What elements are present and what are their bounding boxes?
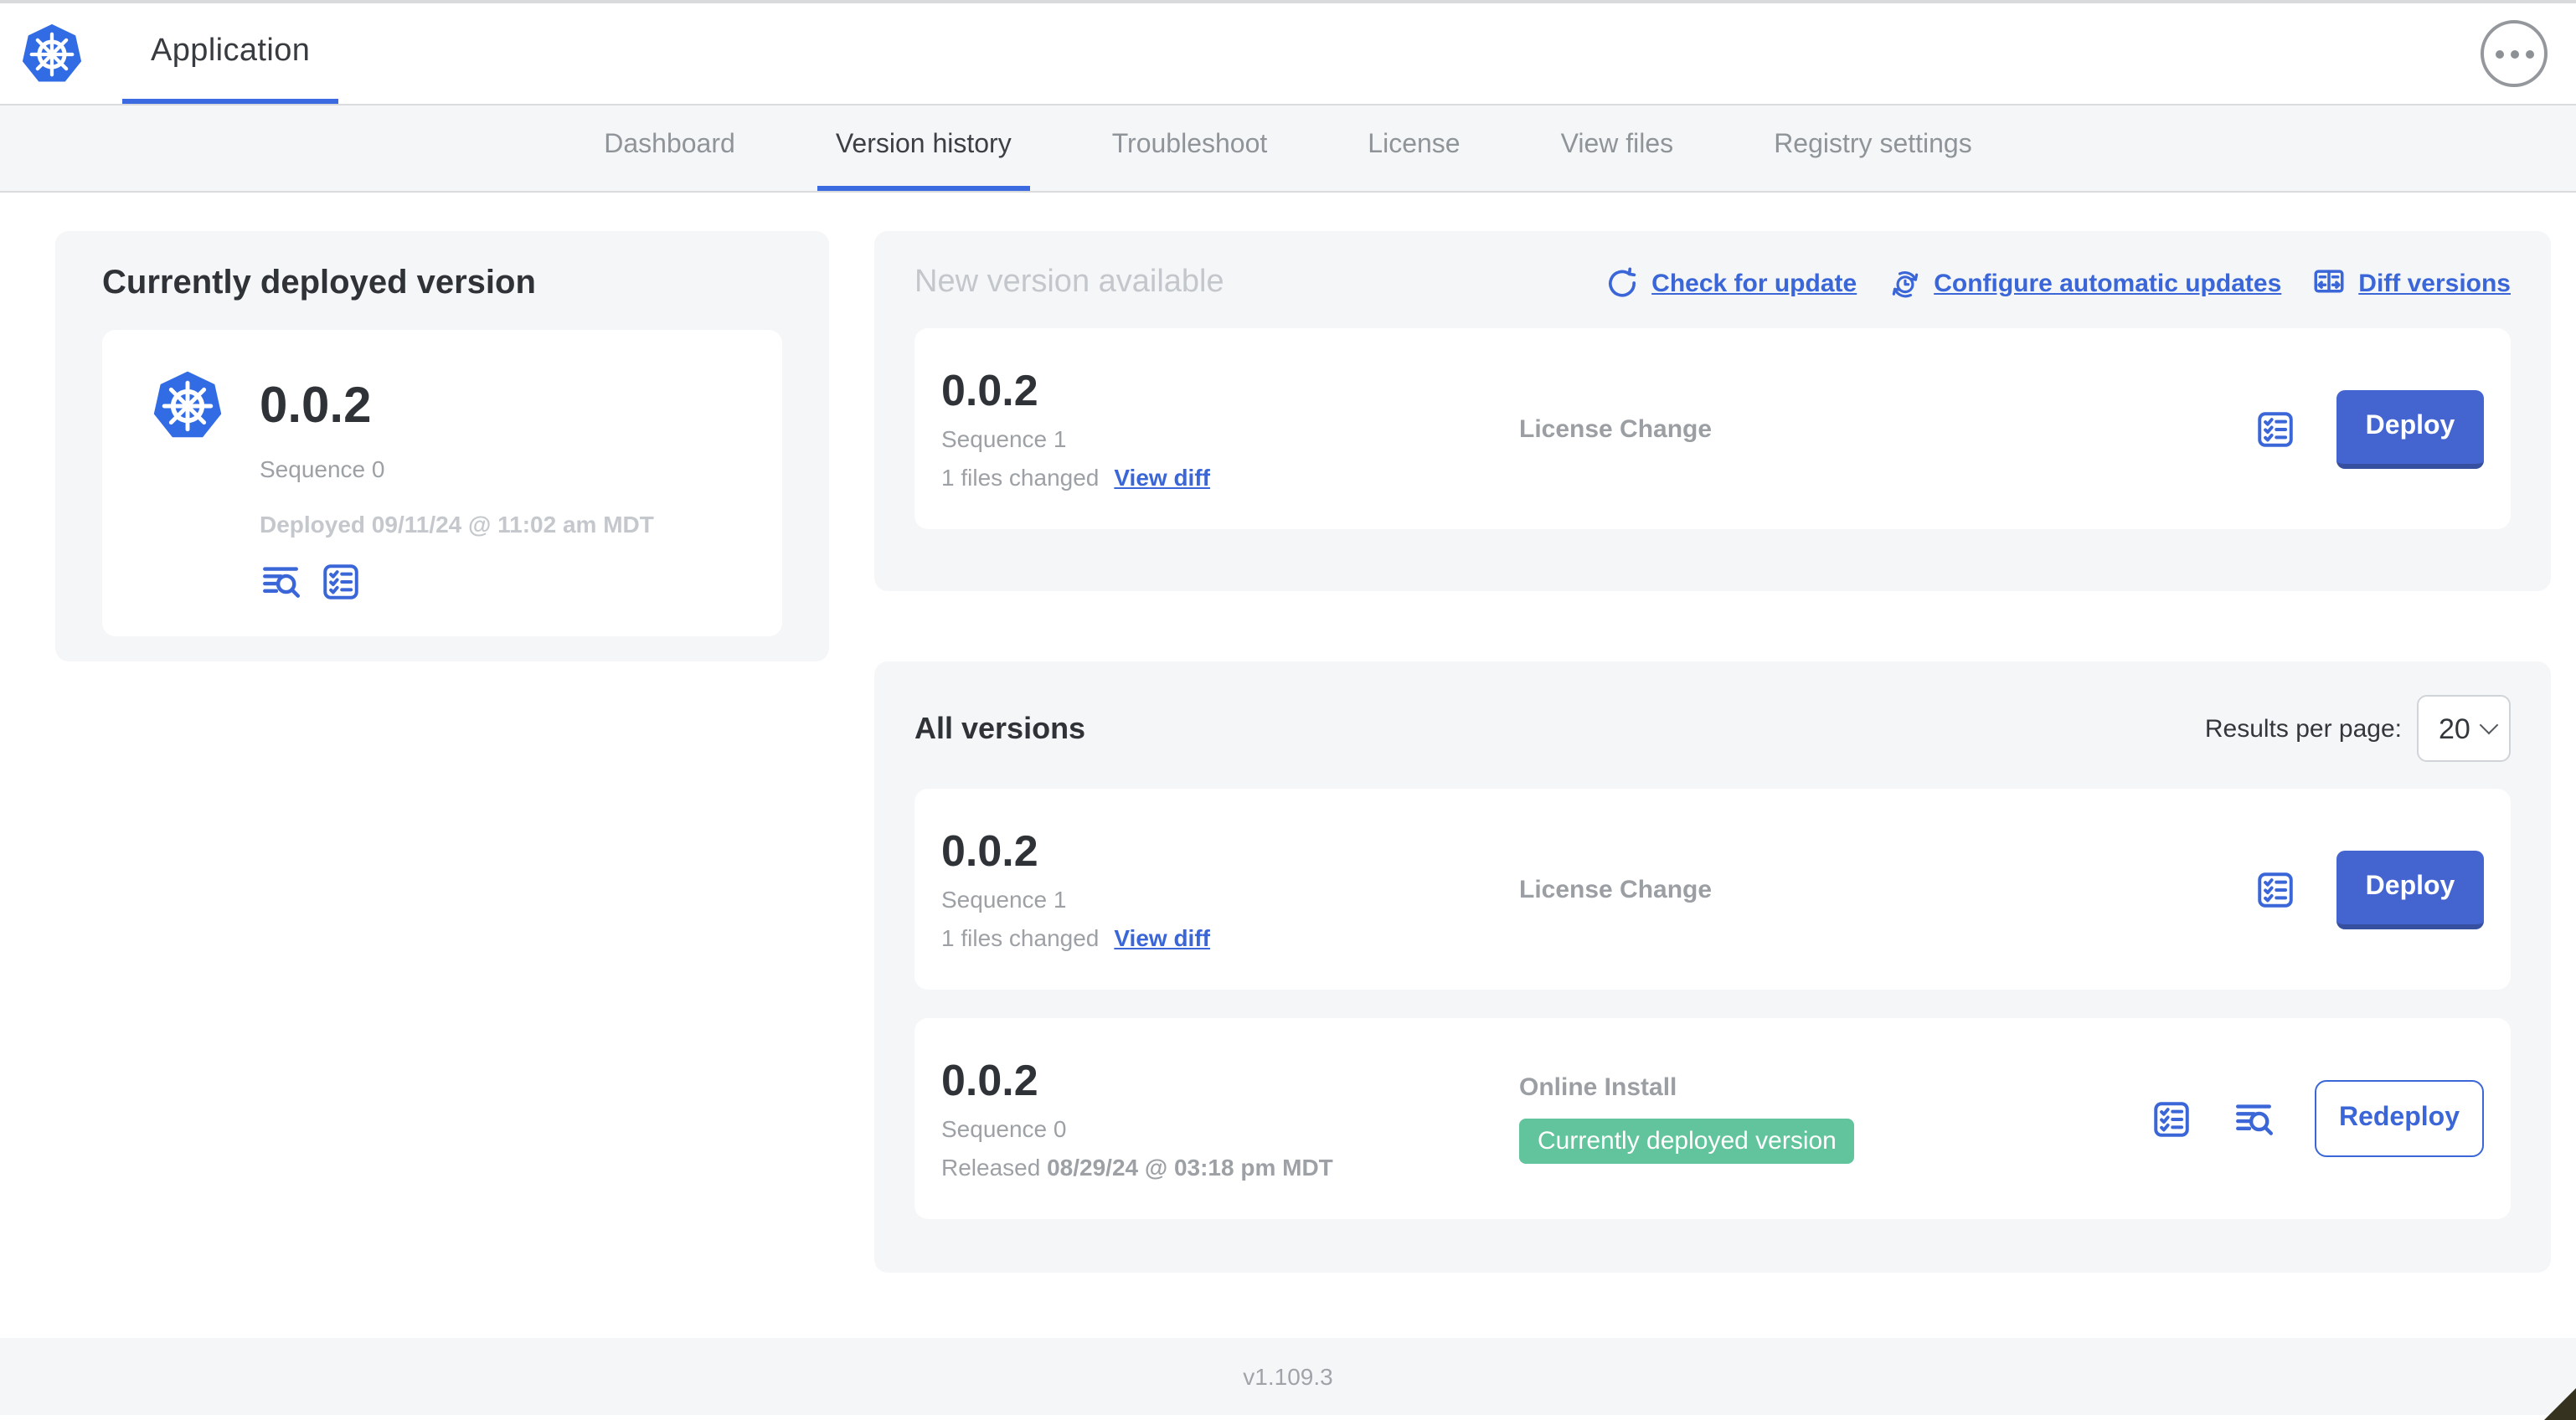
configure-automatic-updates-label: Configure automatic updates bbox=[1934, 269, 2282, 297]
all-versions-title: All versions bbox=[914, 711, 1086, 744]
deployed-version-number: 0.0.2 bbox=[260, 378, 372, 433]
new-version-panel: New version available Check for update C… bbox=[874, 231, 2551, 591]
configure-automatic-updates-link[interactable]: Configure automatic updates bbox=[1887, 265, 2281, 301]
preflight-checks-icon[interactable] bbox=[2254, 868, 2296, 910]
released-value: 08/29/24 @ 03:18 pm MDT bbox=[1047, 1153, 1333, 1181]
version-row: 0.0.2 Sequence 1 1 files changed View di… bbox=[914, 789, 2511, 990]
tab-label: Dashboard bbox=[604, 131, 735, 159]
app-title: Application bbox=[151, 33, 311, 68]
view-diff-link[interactable]: View diff bbox=[1114, 464, 1210, 491]
kubernetes-app-icon bbox=[149, 367, 226, 445]
redeploy-button[interactable]: Redeploy bbox=[2315, 1080, 2484, 1157]
refresh-icon bbox=[1609, 266, 1636, 296]
tab-view-files[interactable]: View files bbox=[1543, 105, 1692, 191]
tab-license[interactable]: License bbox=[1349, 105, 1478, 191]
tab-label: View files bbox=[1560, 131, 1674, 159]
version-number: 0.0.2 bbox=[941, 365, 1038, 416]
version-source: License Change bbox=[1519, 875, 1713, 903]
mouse-cursor-tip bbox=[2544, 1383, 2576, 1420]
preflight-checks-icon[interactable] bbox=[2254, 408, 2296, 450]
main-content: Currently deployed version 0.0.2 Sequenc… bbox=[0, 193, 2576, 1338]
deployed-timestamp: Deployed 09/11/24 @ 11:02 am MDT bbox=[260, 511, 654, 538]
tab-label: Version history bbox=[835, 131, 1012, 159]
new-version-title: New version available bbox=[914, 265, 1224, 300]
app-title-tab[interactable]: Application bbox=[122, 3, 339, 104]
diff-versions-link[interactable]: Diff versions bbox=[2311, 265, 2511, 301]
console-version: v1.109.3 bbox=[1243, 1363, 1333, 1390]
diff-versions-label: Diff versions bbox=[2358, 269, 2511, 297]
check-for-update-link[interactable]: Check for update bbox=[1605, 265, 1857, 301]
tab-label: License bbox=[1368, 131, 1461, 159]
admin-console-page: Application Dashboard Version history Tr… bbox=[0, 0, 2576, 1420]
clock-refresh-icon bbox=[1891, 270, 1918, 297]
currently-deployed-badge: Currently deployed version bbox=[1519, 1119, 1855, 1164]
version-source: Online Install bbox=[1519, 1073, 1677, 1102]
files-changed: 1 files changed bbox=[941, 924, 1100, 951]
deploy-button[interactable]: Deploy bbox=[2336, 850, 2484, 929]
view-diff-link[interactable]: View diff bbox=[1114, 924, 1210, 951]
ellipsis-icon bbox=[2510, 49, 2518, 58]
results-per-page-select[interactable]: 20 bbox=[2417, 695, 2511, 762]
overflow-menu-button[interactable] bbox=[2481, 20, 2548, 87]
diff-icon bbox=[2314, 269, 2344, 292]
currently-deployed-panel: Currently deployed version 0.0.2 Sequenc… bbox=[55, 231, 829, 661]
section-nav: Dashboard Version history Troubleshoot L… bbox=[0, 104, 2576, 193]
files-changed: 1 files changed bbox=[941, 463, 1100, 491]
app-header: Application bbox=[0, 3, 2576, 104]
version-number: 0.0.2 bbox=[941, 1055, 1038, 1106]
tab-registry-settings[interactable]: Registry settings bbox=[1755, 105, 1991, 191]
view-logs-icon[interactable] bbox=[2233, 1098, 2275, 1140]
currently-deployed-title: Currently deployed version bbox=[102, 265, 536, 301]
tab-troubleshoot[interactable]: Troubleshoot bbox=[1094, 105, 1286, 191]
version-number: 0.0.2 bbox=[941, 826, 1038, 877]
tab-label: Troubleshoot bbox=[1111, 131, 1268, 159]
preflight-checks-icon[interactable] bbox=[2151, 1098, 2192, 1140]
version-sequence: Sequence 0 bbox=[941, 1114, 1067, 1142]
version-sequence: Sequence 1 bbox=[941, 885, 1067, 913]
released-timestamp: Released 08/29/24 @ 03:18 pm MDT bbox=[941, 1154, 1519, 1181]
preflight-checks-icon[interactable] bbox=[320, 561, 362, 603]
console-footer: v1.109.3 bbox=[0, 1338, 2576, 1415]
view-logs-icon[interactable] bbox=[260, 561, 301, 603]
check-for-update-label: Check for update bbox=[1651, 269, 1857, 297]
kubernetes-logo-icon bbox=[18, 19, 85, 88]
tab-label: Registry settings bbox=[1774, 131, 1972, 159]
new-version-card: 0.0.2 Sequence 1 1 files changed View di… bbox=[914, 328, 2511, 529]
version-source: License Change bbox=[1519, 414, 1713, 443]
tab-version-history[interactable]: Version history bbox=[817, 105, 1030, 191]
results-per-page-select-wrap: 20 bbox=[2417, 695, 2511, 762]
released-label: Released bbox=[941, 1153, 1041, 1181]
left-column: Currently deployed version 0.0.2 Sequenc… bbox=[55, 231, 829, 1338]
tab-dashboard[interactable]: Dashboard bbox=[585, 105, 754, 191]
currently-deployed-card: 0.0.2 Sequence 0 Deployed 09/11/24 @ 11:… bbox=[102, 330, 782, 636]
deploy-button[interactable]: Deploy bbox=[2336, 389, 2484, 468]
version-row: 0.0.2 Sequence 0 Released 08/29/24 @ 03:… bbox=[914, 1018, 2511, 1219]
version-sequence: Sequence 1 bbox=[941, 424, 1067, 452]
results-per-page-label: Results per page: bbox=[2204, 714, 2402, 743]
right-column: New version available Check for update C… bbox=[874, 231, 2551, 1338]
deployed-sequence: Sequence 0 bbox=[260, 455, 385, 482]
all-versions-panel: All versions Results per page: 20 0.0.2 … bbox=[874, 661, 2551, 1273]
